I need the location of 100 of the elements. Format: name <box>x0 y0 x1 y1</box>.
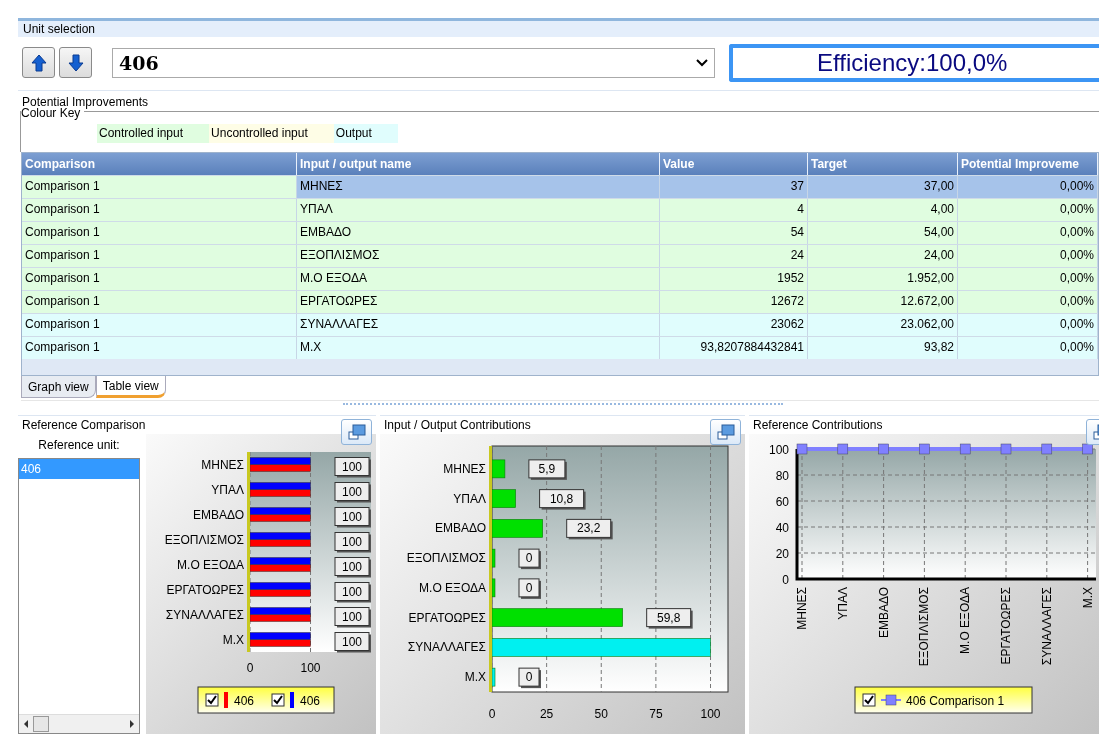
legend-swatch <box>290 692 294 708</box>
axis-label: Μ.Ο ΕΞΟΔΑ <box>419 580 486 595</box>
table-cell: 1.952,00 <box>808 267 958 290</box>
axis-label: ΥΠΑΛ <box>211 482 244 497</box>
next-button[interactable] <box>59 47 92 79</box>
axis-label: Μ.Χ <box>464 670 486 685</box>
scroll-thumb[interactable] <box>33 716 49 732</box>
axis-label: ΕΜΒΑΔΟ <box>434 521 486 536</box>
axis-label: ΜΗΝΕΣ <box>443 461 486 476</box>
axis-label: Μ.Χ <box>222 632 244 647</box>
scroll-right-icon <box>129 720 135 728</box>
data-marker <box>959 443 971 455</box>
column-header[interactable]: Value <box>660 152 808 175</box>
table-cell: 37,00 <box>808 175 958 198</box>
value-label: 100 <box>334 557 371 578</box>
tick-label: 50 <box>594 707 608 721</box>
table-cell: ΕΜΒΑΔΟ <box>297 221 660 244</box>
tab[interactable]: Graph view <box>21 376 96 399</box>
value-label: 100 <box>334 582 371 603</box>
axis-label: ΕΜΒΑΔΟ <box>876 587 891 639</box>
window-icon <box>716 424 735 440</box>
axis-label: ΣΥΝΑΛΛΑΓΕΣ <box>1039 587 1054 666</box>
table-cell: 23.062,00 <box>808 313 958 336</box>
legend-label: 406 <box>300 694 321 708</box>
bar <box>491 489 516 508</box>
tick-label: 0 <box>488 707 496 721</box>
efficiency-display: Efficiency:100,0% <box>729 43 1099 82</box>
table-cell: Comparison 1 <box>22 313 297 336</box>
axis-label: ΕΜΒΑΔΟ <box>192 507 244 522</box>
value-label: 100 <box>334 607 371 628</box>
bar <box>491 667 496 687</box>
panel-title: Reference Comparison <box>21 417 147 434</box>
value-label: 59,8 <box>646 608 693 629</box>
axis-label: ΕΡΓΑΤΟΩΡΕΣ <box>166 582 244 597</box>
tick-label: 100 <box>300 661 321 675</box>
legend-swatch <box>224 692 228 708</box>
data-marker <box>796 443 808 455</box>
panel-title: Input / Output Contributions <box>383 417 532 434</box>
table-cell: 0,00% <box>958 336 1098 359</box>
unit-dropdown[interactable]: 406 <box>112 47 715 78</box>
table-cell: 23062 <box>660 313 808 336</box>
maximize-button[interactable] <box>341 419 372 445</box>
legend-line-icon <box>880 694 902 706</box>
axis-label: ΕΞΟΠΛΙΣΜΟΣ <box>164 532 244 547</box>
table-cell: ΜΗΝΕΣ <box>297 175 660 198</box>
column-header[interactable]: Potential Improveme <box>958 152 1098 175</box>
table-cell: 54 <box>660 221 808 244</box>
colour-key-title: Colour Key <box>21 106 85 121</box>
value-label: 5,9 <box>528 459 567 480</box>
value-label: 0 <box>518 578 541 599</box>
group-title: Unit selection <box>23 21 96 36</box>
column-header[interactable]: Comparison <box>22 152 297 175</box>
column-header[interactable]: Target <box>808 152 958 175</box>
axis-label: ΜΗΝΕΣ <box>201 457 244 472</box>
colour-key-item: Controlled input <box>97 124 210 144</box>
checkbox[interactable] <box>205 693 219 707</box>
tick-label: 0 <box>782 573 789 587</box>
table-cell: ΕΞΟΠΛΙΣΜΟΣ <box>297 244 660 267</box>
checkbox[interactable] <box>862 693 876 707</box>
tick-label: 100 <box>700 707 721 721</box>
column-header[interactable]: Input / output name <box>297 152 660 175</box>
tick-label: 25 <box>539 707 554 721</box>
tick-label: 20 <box>775 547 789 561</box>
data-marker <box>837 443 849 455</box>
checkbox[interactable] <box>271 693 285 707</box>
up-arrow-icon <box>30 53 47 72</box>
table-cell: 0,00% <box>958 244 1098 267</box>
value-label: 0 <box>518 667 541 689</box>
value-label: 100 <box>334 507 371 528</box>
list-item[interactable]: 406 <box>19 459 139 479</box>
previous-button[interactable] <box>22 47 55 79</box>
table-cell: Comparison 1 <box>22 221 297 244</box>
tick-label: 80 <box>775 469 789 483</box>
table-cell: 4,00 <box>808 198 958 221</box>
table-cell: 93,8207884432841 <box>660 336 808 359</box>
tick-label: 100 <box>768 443 789 457</box>
table-cell: ΣΥΝΑΛΛΑΓΕΣ <box>297 313 660 336</box>
value-label: 100 <box>334 457 371 478</box>
table-cell: 54,00 <box>808 221 958 244</box>
list-label: Reference unit: <box>38 437 120 454</box>
table-cell: Comparison 1 <box>22 290 297 313</box>
data-marker <box>878 443 889 455</box>
table-cell: 12.672,00 <box>808 290 958 313</box>
legend-label: 406 <box>234 694 255 708</box>
table-cell: 0,00% <box>958 198 1098 221</box>
horizontal-scrollbar[interactable] <box>19 714 139 733</box>
maximize-button[interactable] <box>710 419 741 445</box>
table-cell: Μ.Ο ΕΞΟΔΑ <box>297 267 660 290</box>
tick-label: 40 <box>775 521 789 535</box>
axis-label: ΜΗΝΕΣ <box>795 587 809 630</box>
tab[interactable]: Table view <box>95 376 166 399</box>
colour-key-item: Output <box>333 124 398 144</box>
table-cell: 0,00% <box>958 267 1098 290</box>
axis-label: Μ.Χ <box>1080 587 1095 609</box>
scroll-left-icon <box>23 720 29 728</box>
bar <box>491 548 496 568</box>
down-arrow-icon <box>67 53 84 72</box>
data-marker <box>919 443 930 455</box>
value-label: 0 <box>518 548 541 570</box>
axis-label: ΥΠΑΛ <box>453 491 486 506</box>
